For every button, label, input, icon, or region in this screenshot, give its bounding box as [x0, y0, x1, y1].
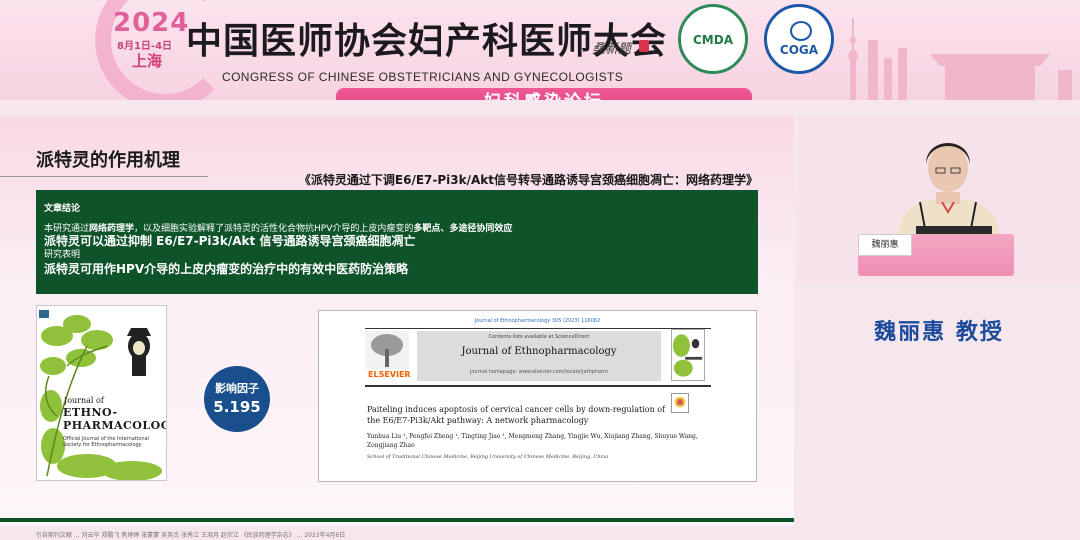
conclusion-lead-in: 研究表明 — [44, 250, 81, 260]
congress-banner: 2024 8月1日-4日 上海 中国医师协会妇产科医师大会 桑新题 CONGRE… — [0, 0, 1080, 100]
conclusion-paragraph: 本研究通过网络药理学，以及细胞实验解释了派特灵的活性化合物抗HPV介导的上皮内瘤… — [44, 221, 750, 234]
article-authors: Yunhua Liu ¹, Pengfei Zheng ¹, Tingting … — [367, 433, 698, 449]
cover-ethno: ETHNO- — [63, 406, 118, 419]
paper-chinese-title: 《派特灵通过下调E6/E7-Pi3k/Akt信号转导通路诱导宫颈癌细胞凋亡：网络… — [298, 173, 758, 187]
calligraphy-signature: 桑新题 — [592, 42, 632, 57]
conclusion-key-finding: 派特灵可以通过抑制 E6/E7-Pi3k/Akt 信号通路诱导宫颈癌细胞凋亡 — [44, 234, 416, 248]
speaker-name-caption: 魏丽惠 教授 — [874, 320, 1004, 345]
impact-factor-badge: 影响因子 5.195 — [204, 366, 270, 432]
shanghai-skyline-icon — [848, 18, 1072, 100]
journal-cover: Journal of ETHNO- PHARMACOLOGY Official … — [36, 305, 167, 481]
cmda-logo: CMDA — [678, 4, 748, 74]
speaker-video: 魏丽惠 — [798, 116, 1080, 282]
globe-icon — [790, 21, 812, 41]
journal-header-box: Contents lists available at ScienceDirec… — [417, 331, 661, 381]
article-header-rule — [365, 385, 711, 387]
article-title: Paiteling induces apoptosis of cervical … — [367, 405, 666, 425]
elsevier-wordmark: ELSEVIER — [368, 370, 411, 379]
congress-english-title: CONGRESS OF CHINESE OBSTETRICIANS AND GY… — [222, 70, 624, 84]
cover-pharmacology: PHARMACOLOGY — [63, 419, 166, 432]
article-affiliation: School of Traditional Chinese Medicine, … — [367, 454, 609, 460]
conclusion-heading: 文章结论 — [44, 204, 81, 214]
impact-factor-value: 5.195 — [213, 398, 261, 416]
journal-cover-thumbnail-icon — [671, 329, 705, 381]
conclusion-bold-text: 多靶点、多途径协同效应 — [413, 224, 513, 234]
speaker-nameplate: 魏丽惠 — [858, 234, 912, 256]
red-seal-icon — [639, 40, 649, 52]
conclusion-box: 文章结论 本研究通过网络药理学，以及细胞实验解释了派特灵的活性化合物抗HPV介导… — [36, 190, 758, 294]
congress-city: 上海 — [132, 52, 163, 70]
journal-homepage: journal homepage: www.elsevier.com/locat… — [469, 369, 609, 375]
forum-title-bar: 妇科感染论坛 — [336, 88, 752, 100]
article-first-page: Journal of Ethnopharmacology 305 (2023) … — [318, 310, 757, 482]
article-top-rule — [365, 328, 711, 329]
cmda-logo-text: CMDA — [693, 33, 733, 47]
check-for-updates-icon — [671, 393, 689, 413]
congress-year: 2024 — [113, 8, 190, 38]
conclusion-recommendation: 派特灵可用作HPV介导的上皮内瘤变的治疗中的有效中医药防治策略 — [44, 262, 409, 276]
botanical-illustration-icon — [37, 306, 166, 480]
article-citation: Journal of Ethnopharmacology 305 (2023) … — [474, 318, 601, 324]
cover-subtitle: Official Journal of the International So… — [63, 436, 149, 448]
presentation-slide: 派特灵的作用机理 《派特灵通过下调E6/E7-Pi3k/Akt信号转导通路诱导宫… — [0, 116, 794, 539]
slide-footer-bar — [0, 518, 794, 522]
journal-name: Journal of Ethnopharmacology — [461, 346, 617, 357]
cover-journal-of: Journal of — [64, 396, 104, 405]
impact-factor-label: 影响因子 — [215, 382, 259, 395]
contents-available: Contents lists available at ScienceDirec… — [488, 334, 590, 340]
slide-footnote: 引自期刊文献 ... 刘云华 郑鹏飞 焦婷婷 张蒙蒙 吴英杰 张秀江 王淑月 赵… — [36, 532, 346, 539]
slide-title: 派特灵的作用机理 — [36, 150, 180, 171]
title-divider — [0, 176, 208, 177]
elsevier-tree-icon — [365, 331, 409, 369]
